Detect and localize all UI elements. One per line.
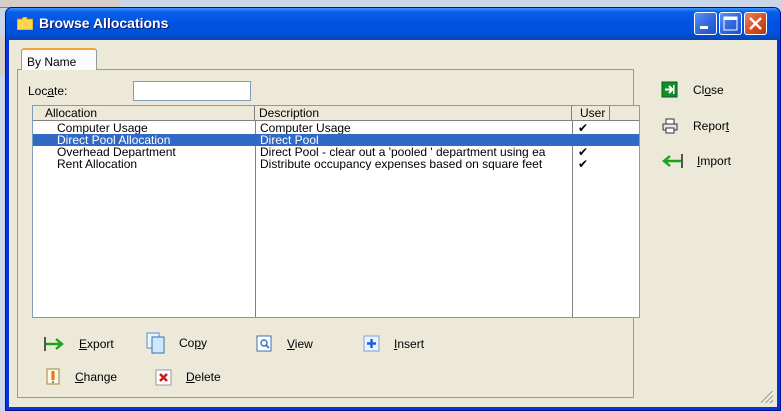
delete-button[interactable]: Delete [155, 368, 221, 386]
cell-allocation: Overhead Department [57, 146, 176, 158]
cell-allocation: Rent Allocation [57, 158, 138, 170]
column-header-filler [610, 106, 639, 121]
tab-by-name[interactable]: By Name [21, 48, 97, 70]
copy-button[interactable]: Copy [146, 332, 207, 354]
copy-icon [146, 332, 165, 354]
checkmark-icon: ✔ [578, 122, 589, 134]
window-body: By Name Locate: Allocation Description U… [9, 40, 777, 407]
printer-icon [662, 118, 678, 134]
cell-description: Direct Pool [260, 134, 319, 146]
import-button[interactable]: Import [661, 152, 731, 170]
browse-allocations-window: Browse Allocations By Name Locate: Alloc… [6, 8, 780, 410]
export-label: Export [79, 337, 114, 351]
column-header-description[interactable]: Description [255, 106, 572, 121]
change-label: Change [75, 370, 118, 384]
close-button[interactable]: Close [661, 81, 724, 99]
export-arrow-icon [44, 337, 64, 351]
locate-label: Locate: [28, 84, 68, 98]
insert-button[interactable]: Insert [363, 335, 424, 353]
column-header-user[interactable]: User [572, 106, 610, 121]
allocations-table[interactable]: Allocation Description User Computer Usa… [32, 105, 640, 318]
maximize-icon [723, 16, 738, 31]
table-row[interactable]: Rent Allocation Distribute occupancy exp… [33, 158, 639, 170]
import-label: Import [697, 154, 732, 168]
close-label: Close [693, 83, 724, 97]
cell-description: Distribute occupancy expenses based on s… [260, 158, 543, 170]
folder-icon [17, 17, 33, 30]
locate-input[interactable] [133, 81, 251, 101]
view-icon [256, 335, 272, 352]
import-arrow-icon [662, 154, 683, 168]
resize-grip[interactable] [761, 391, 773, 403]
table-row[interactable]: Computer Usage Computer Usage ✔ [33, 122, 639, 134]
change-button[interactable]: Change [44, 368, 117, 386]
cell-description: Direct Pool - clear out a 'pooled ' depa… [260, 146, 546, 158]
copy-label: Copy [179, 336, 208, 350]
checkmark-icon: ✔ [578, 146, 589, 158]
table-row[interactable]: Overhead Department Direct Pool - clear … [33, 146, 639, 158]
table-row-selected[interactable]: Direct Pool Allocation Direct Pool [33, 134, 639, 146]
close-window-button[interactable] [744, 12, 767, 35]
column-header-allocation[interactable]: Allocation [33, 106, 255, 121]
export-button[interactable]: Export [44, 335, 114, 353]
insert-label: Insert [394, 337, 425, 351]
cell-description: Computer Usage [260, 122, 351, 134]
minimize-button[interactable] [694, 12, 717, 35]
view-label: View [287, 337, 313, 351]
background-window-edge [0, 0, 120, 8]
exit-icon [661, 81, 678, 98]
insert-icon [363, 335, 380, 352]
window-title: Browse Allocations [39, 15, 169, 31]
checkmark-icon: ✔ [578, 158, 589, 170]
maximize-button[interactable] [719, 12, 742, 35]
cell-allocation: Computer Usage [57, 122, 148, 134]
tab-panel: Locate: Allocation Description User Comp… [17, 69, 640, 398]
title-bar[interactable]: Browse Allocations [6, 8, 780, 40]
report-button[interactable]: Report [661, 117, 729, 135]
pencil-icon [46, 368, 60, 385]
delete-icon [155, 369, 172, 386]
close-icon [749, 17, 762, 30]
view-button[interactable]: View [256, 335, 313, 353]
minimize-icon [700, 26, 708, 29]
report-label: Report [693, 119, 730, 133]
cell-allocation: Direct Pool Allocation [57, 134, 171, 146]
delete-label: Delete [186, 370, 221, 384]
